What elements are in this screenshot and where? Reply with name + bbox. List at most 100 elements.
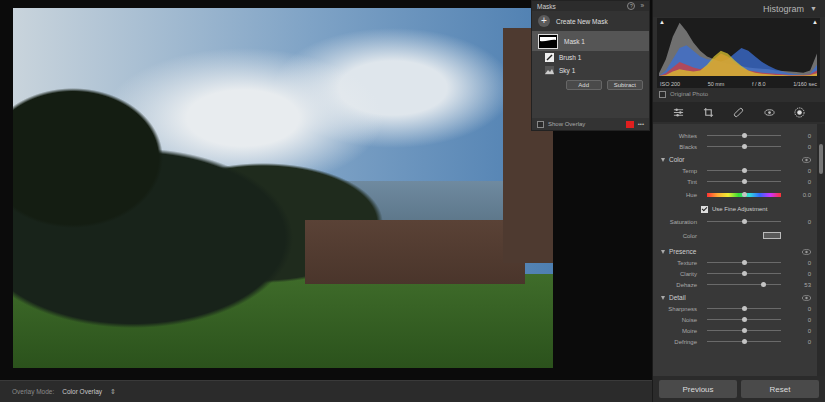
slider-thumb[interactable] [742, 306, 747, 311]
section-header[interactable]: Color [653, 152, 817, 165]
slider-track[interactable] [707, 170, 781, 171]
overlay-mode-dropdown[interactable]: Color Overlay [62, 388, 102, 395]
slider-value[interactable]: 0 [795, 144, 817, 150]
scrollbar-thumb[interactable] [819, 144, 823, 174]
slider-track[interactable] [707, 146, 781, 147]
slider-thumb[interactable] [742, 260, 747, 265]
slider-thumb[interactable] [742, 192, 747, 197]
slider-label: Blacks [653, 144, 703, 150]
fine-adjustment-checkbox[interactable] [701, 206, 708, 213]
photo-info: ISO 20050 mmf / 8.01/160 sec [657, 81, 820, 87]
section-toggle-icon[interactable] [661, 296, 665, 300]
section-toggle-icon[interactable] [661, 158, 665, 162]
slider-track[interactable] [707, 262, 781, 263]
more-options-icon[interactable]: ••• [638, 121, 644, 127]
panel-button[interactable]: Previous [659, 380, 737, 398]
highlight-clipping-icon[interactable]: ▲ [812, 19, 818, 25]
slider-thumb[interactable] [742, 317, 747, 322]
slider-value[interactable]: 0 [795, 260, 817, 266]
slider-label: Saturation [653, 219, 703, 225]
develop-panel: Histogram▼ ▲ ▲ ISO 20050 mmf / 8.01/160 sec… [652, 0, 825, 402]
scrollbar[interactable] [817, 124, 825, 376]
slider-track[interactable] [707, 284, 781, 285]
slider-value[interactable]: 0 [795, 168, 817, 174]
slider-track[interactable] [707, 193, 781, 197]
edit-sliders-icon[interactable] [673, 107, 684, 118]
histogram-toggle-icon[interactable]: ▼ [810, 5, 817, 12]
shadow-clipping-icon[interactable]: ▲ [659, 19, 665, 25]
show-overlay-row: Show Overlay••• [532, 118, 649, 130]
mask-component[interactable]: Brush 1 [532, 51, 649, 64]
slider-thumb[interactable] [742, 133, 747, 138]
slider-value[interactable]: 0.0 [795, 192, 817, 198]
slider-row: Temp0 [653, 165, 817, 176]
masks-title-bar[interactable]: Masks?» [532, 1, 649, 11]
overlay-mode-toggle-icon[interactable]: ⇕ [110, 388, 116, 396]
create-new-mask[interactable]: +Create New Mask [532, 11, 649, 31]
panel-button[interactable]: Reset [741, 380, 819, 398]
mask-button[interactable]: Subtract [607, 80, 643, 90]
tool-strip [653, 102, 825, 122]
eye-icon[interactable] [802, 249, 811, 255]
slider-track[interactable] [707, 341, 781, 342]
slider-value[interactable]: 53 [795, 282, 817, 288]
mask-component-name: Brush 1 [559, 54, 581, 61]
slider-track[interactable] [707, 221, 781, 222]
slider-thumb[interactable] [761, 282, 766, 287]
section-toggle-icon[interactable] [661, 250, 665, 254]
mask-item[interactable]: Mask 1 [532, 31, 649, 51]
slider-thumb[interactable] [742, 339, 747, 344]
slider-value[interactable]: 0 [795, 317, 817, 323]
slider-track[interactable] [707, 135, 781, 136]
slider-thumb[interactable] [742, 168, 747, 173]
original-photo-row[interactable]: Original Photo [653, 88, 825, 100]
show-overlay-checkbox[interactable] [537, 121, 544, 128]
color-swatch[interactable] [763, 232, 781, 239]
slider-label: Moire [653, 328, 703, 334]
slider-value[interactable]: 0 [795, 179, 817, 185]
slider-track[interactable] [707, 308, 781, 309]
crop-icon[interactable] [703, 107, 714, 118]
slider-thumb[interactable] [742, 328, 747, 333]
slider-value[interactable]: 0 [795, 328, 817, 334]
slider-track[interactable] [707, 319, 781, 320]
slider-value[interactable]: 0 [795, 339, 817, 345]
slider-row: Whites0 [653, 130, 817, 141]
slider-row: Moire 0 [653, 325, 817, 336]
section-header[interactable]: Presence [653, 244, 817, 257]
slider-track[interactable] [707, 273, 781, 274]
section-header[interactable]: Detail [653, 290, 817, 303]
masking-icon[interactable] [794, 107, 805, 118]
eye-icon[interactable] [802, 295, 811, 301]
slider-thumb[interactable] [742, 219, 747, 224]
slider-value[interactable]: 0 [795, 219, 817, 225]
histogram-series [659, 45, 817, 76]
slider-thumb[interactable] [742, 271, 747, 276]
slider-track[interactable] [707, 181, 781, 182]
histogram-header[interactable]: Histogram▼ [653, 0, 825, 17]
red-eye-icon[interactable] [764, 107, 775, 118]
slider-value[interactable]: 0 [795, 133, 817, 139]
mask-button[interactable]: Add [566, 80, 602, 90]
slider-thumb[interactable] [742, 179, 747, 184]
slider-label: Tint [653, 179, 703, 185]
slider-value[interactable]: 0 [795, 271, 817, 277]
overlay-color-swatch[interactable] [626, 121, 634, 128]
color-row: Color [653, 227, 817, 244]
healing-icon[interactable] [733, 107, 744, 118]
help-icon[interactable]: ? [627, 2, 635, 10]
slider-row: Dehaze53 [653, 279, 817, 290]
original-photo-checkbox[interactable] [659, 91, 666, 98]
plus-icon[interactable]: + [538, 15, 550, 27]
eye-icon[interactable] [802, 157, 811, 163]
masks-panel: Masks?»+Create New MaskMask 1Brush 1Sky … [531, 0, 650, 131]
checkbox-row[interactable]: Use Fine Adjustment [653, 202, 817, 216]
slider-thumb[interactable] [742, 144, 747, 149]
slider-track[interactable] [707, 330, 781, 331]
slider-label: Sharpness [653, 306, 703, 312]
photo-info-item: 50 mm [708, 81, 725, 87]
slider-value[interactable]: 0 [795, 306, 817, 312]
mask-component[interactable]: Sky 1 [532, 64, 649, 77]
section-title: Presence [669, 248, 798, 255]
collapse-icon[interactable]: » [640, 2, 644, 10]
